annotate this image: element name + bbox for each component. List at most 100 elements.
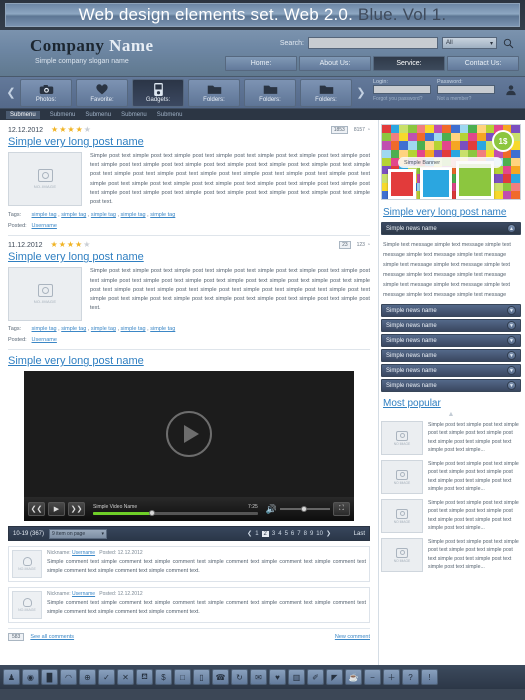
accordion-header-0[interactable]: Simple news name ▲ (381, 222, 521, 235)
plus-icon[interactable]: ＋ (383, 669, 400, 685)
tag-link[interactable]: simple tag (32, 326, 57, 332)
page-10[interactable]: 10 (316, 531, 323, 537)
author-link[interactable]: Username (32, 223, 57, 229)
search-scope-select[interactable]: All ▾ (442, 37, 497, 49)
sidebar-news-title-link[interactable]: Simple very long post name (383, 207, 521, 218)
icon-tab-folders-3[interactable]: Folders: (300, 78, 352, 107)
video-post-title-link[interactable]: Simple very long post name (8, 355, 370, 367)
cup-icon[interactable]: ☕ (345, 669, 362, 685)
see-all-comments-link[interactable]: See all comments (30, 634, 74, 640)
page-9[interactable]: 9 (310, 531, 313, 537)
heart-icon[interactable]: ♥ (269, 669, 286, 685)
most-popular-title[interactable]: Most popular (383, 398, 521, 409)
scroll-up-arrow-icon[interactable]: ▲ (381, 411, 521, 418)
accordion-header-3[interactable]: Simple news name ▼ (381, 334, 521, 347)
tag-link[interactable]: simple tag (61, 212, 86, 218)
comment-author-link[interactable]: Username (72, 591, 95, 597)
rewind-button[interactable]: ❮❮ (28, 502, 45, 517)
submenu-item-4[interactable]: Submenu (157, 112, 183, 118)
nav-item-home[interactable]: Home: (225, 56, 297, 71)
tag-link[interactable]: simple tag (61, 326, 86, 332)
not-a-member-link[interactable]: Not a member? (437, 96, 495, 102)
tag-link[interactable]: simple tag (150, 326, 175, 332)
trash-icon[interactable]: ▥ (288, 669, 305, 685)
pin-icon[interactable]: ✐ (307, 669, 324, 685)
globe-icon[interactable]: ⊕ (79, 669, 96, 685)
post-title-link[interactable]: Simple very long post name (8, 136, 370, 148)
submenu-item-3[interactable]: Submenu (121, 112, 147, 118)
post-thumbnail[interactable]: NO-IMAGE (8, 267, 82, 322)
alert-icon[interactable]: ! (421, 669, 438, 685)
submenu-item-0[interactable]: Submenu (6, 110, 40, 119)
device-icon[interactable]: ▯ (193, 669, 210, 685)
pagination-prev-icon[interactable]: ❮ (247, 530, 252, 537)
accordion-header-1[interactable]: Simple news name ▼ (381, 304, 521, 317)
accordion-header-6[interactable]: Simple news name ▼ (381, 379, 521, 392)
play-button[interactable]: ▶ (48, 502, 65, 517)
close-icon[interactable]: ✕ (117, 669, 134, 685)
rating-stars[interactable]: ★ ★ ★ ★ ★ (51, 241, 91, 249)
video-screen[interactable] (24, 371, 354, 498)
chart-icon[interactable]: █ (41, 669, 58, 685)
search-input[interactable] (308, 37, 438, 49)
post-thumbnail[interactable]: NO-IMAGE (8, 152, 82, 206)
page-8[interactable]: 8 (304, 531, 307, 537)
video-seek-handle[interactable] (149, 509, 156, 516)
page-5[interactable]: 5 (285, 531, 288, 537)
icon-tab-folders-2[interactable]: Folders: (244, 78, 296, 107)
page-2[interactable]: 2 (261, 530, 269, 537)
phone-icon[interactable]: ☎ (212, 669, 229, 685)
most-popular-item[interactable]: NO IMAGE Simple post text simple post te… (381, 421, 521, 455)
search-button[interactable] (501, 36, 515, 50)
forgot-password-link[interactable]: Forgot you password? (373, 96, 431, 102)
lock-icon[interactable]: □ (174, 669, 191, 685)
promo-banner[interactable]: 1$ Simple Banner (381, 124, 521, 200)
post-title-link[interactable]: Simple very long post name (8, 251, 370, 263)
login-input[interactable] (373, 85, 431, 94)
most-popular-item[interactable]: NO IMAGE Simple post text simple post te… (381, 499, 521, 533)
user-avatar-icon[interactable] (505, 83, 517, 101)
tag-link[interactable]: simple tag (150, 212, 175, 218)
accordion-header-4[interactable]: Simple news name ▼ (381, 349, 521, 362)
fullscreen-button[interactable]: ⛶ (333, 502, 350, 517)
help-icon[interactable]: ? (402, 669, 419, 685)
video-seek-slider[interactable] (93, 509, 258, 516)
video-player[interactable]: ❮❮ ▶ ❯❯ Simple Video Name 7:25 🔊 ⛶ (24, 371, 354, 522)
refresh-icon[interactable]: ↻ (231, 669, 248, 685)
accordion-header-5[interactable]: Simple news name ▼ (381, 364, 521, 377)
icon-tab-favorite[interactable]: Favorite: (76, 78, 128, 107)
prev-arrow-icon[interactable]: ❮ (4, 80, 18, 106)
page-4[interactable]: 4 (278, 531, 281, 537)
check-icon[interactable]: ✓ (98, 669, 115, 685)
logo[interactable]: Company Name Simple company slogan name (30, 36, 154, 65)
rss-icon[interactable]: ◠ (60, 669, 77, 685)
icon-tab-folders-1[interactable]: Folders: (188, 78, 240, 107)
tag-link[interactable]: simple tag (121, 326, 146, 332)
tag-link[interactable]: simple tag (91, 212, 116, 218)
most-popular-item[interactable]: NO IMAGE Simple post text simple post te… (381, 460, 521, 494)
mail-icon[interactable]: ✉ (250, 669, 267, 685)
nav-item-contact[interactable]: Contact Us: (447, 56, 519, 71)
volume-slider[interactable] (280, 505, 330, 512)
cart-icon[interactable]: ⛾ (136, 669, 153, 685)
submenu-item-2[interactable]: Submenu (85, 112, 111, 118)
icon-tab-gadgets[interactable]: Gadgets: (132, 78, 184, 107)
submenu-item-1[interactable]: Submenu (50, 112, 76, 118)
tag-link[interactable]: simple tag (121, 212, 146, 218)
eye-icon[interactable]: ◉ (22, 669, 39, 685)
icon-tab-photos[interactable]: Photos: (20, 78, 72, 107)
items-per-page-select[interactable]: 9 item on page ▾ (49, 528, 108, 539)
comment-author-link[interactable]: Username (72, 550, 95, 556)
volume-handle[interactable] (301, 505, 307, 512)
author-link[interactable]: Username (32, 337, 57, 343)
minus-icon[interactable]: − (364, 669, 381, 685)
accordion-header-2[interactable]: Simple news name ▼ (381, 319, 521, 332)
dollar-icon[interactable]: $ (155, 669, 172, 685)
volume-icon[interactable]: 🔊 (266, 504, 277, 515)
tag-link[interactable]: simple tag (91, 326, 116, 332)
user-icon[interactable]: ♟ (3, 669, 20, 685)
play-overlay-button[interactable] (166, 411, 212, 458)
next-arrow-icon[interactable]: ❯ (354, 80, 368, 106)
pagination-last-link[interactable]: Last (354, 531, 365, 537)
rating-stars[interactable]: ★ ★ ★ ★ ★ (51, 126, 91, 134)
